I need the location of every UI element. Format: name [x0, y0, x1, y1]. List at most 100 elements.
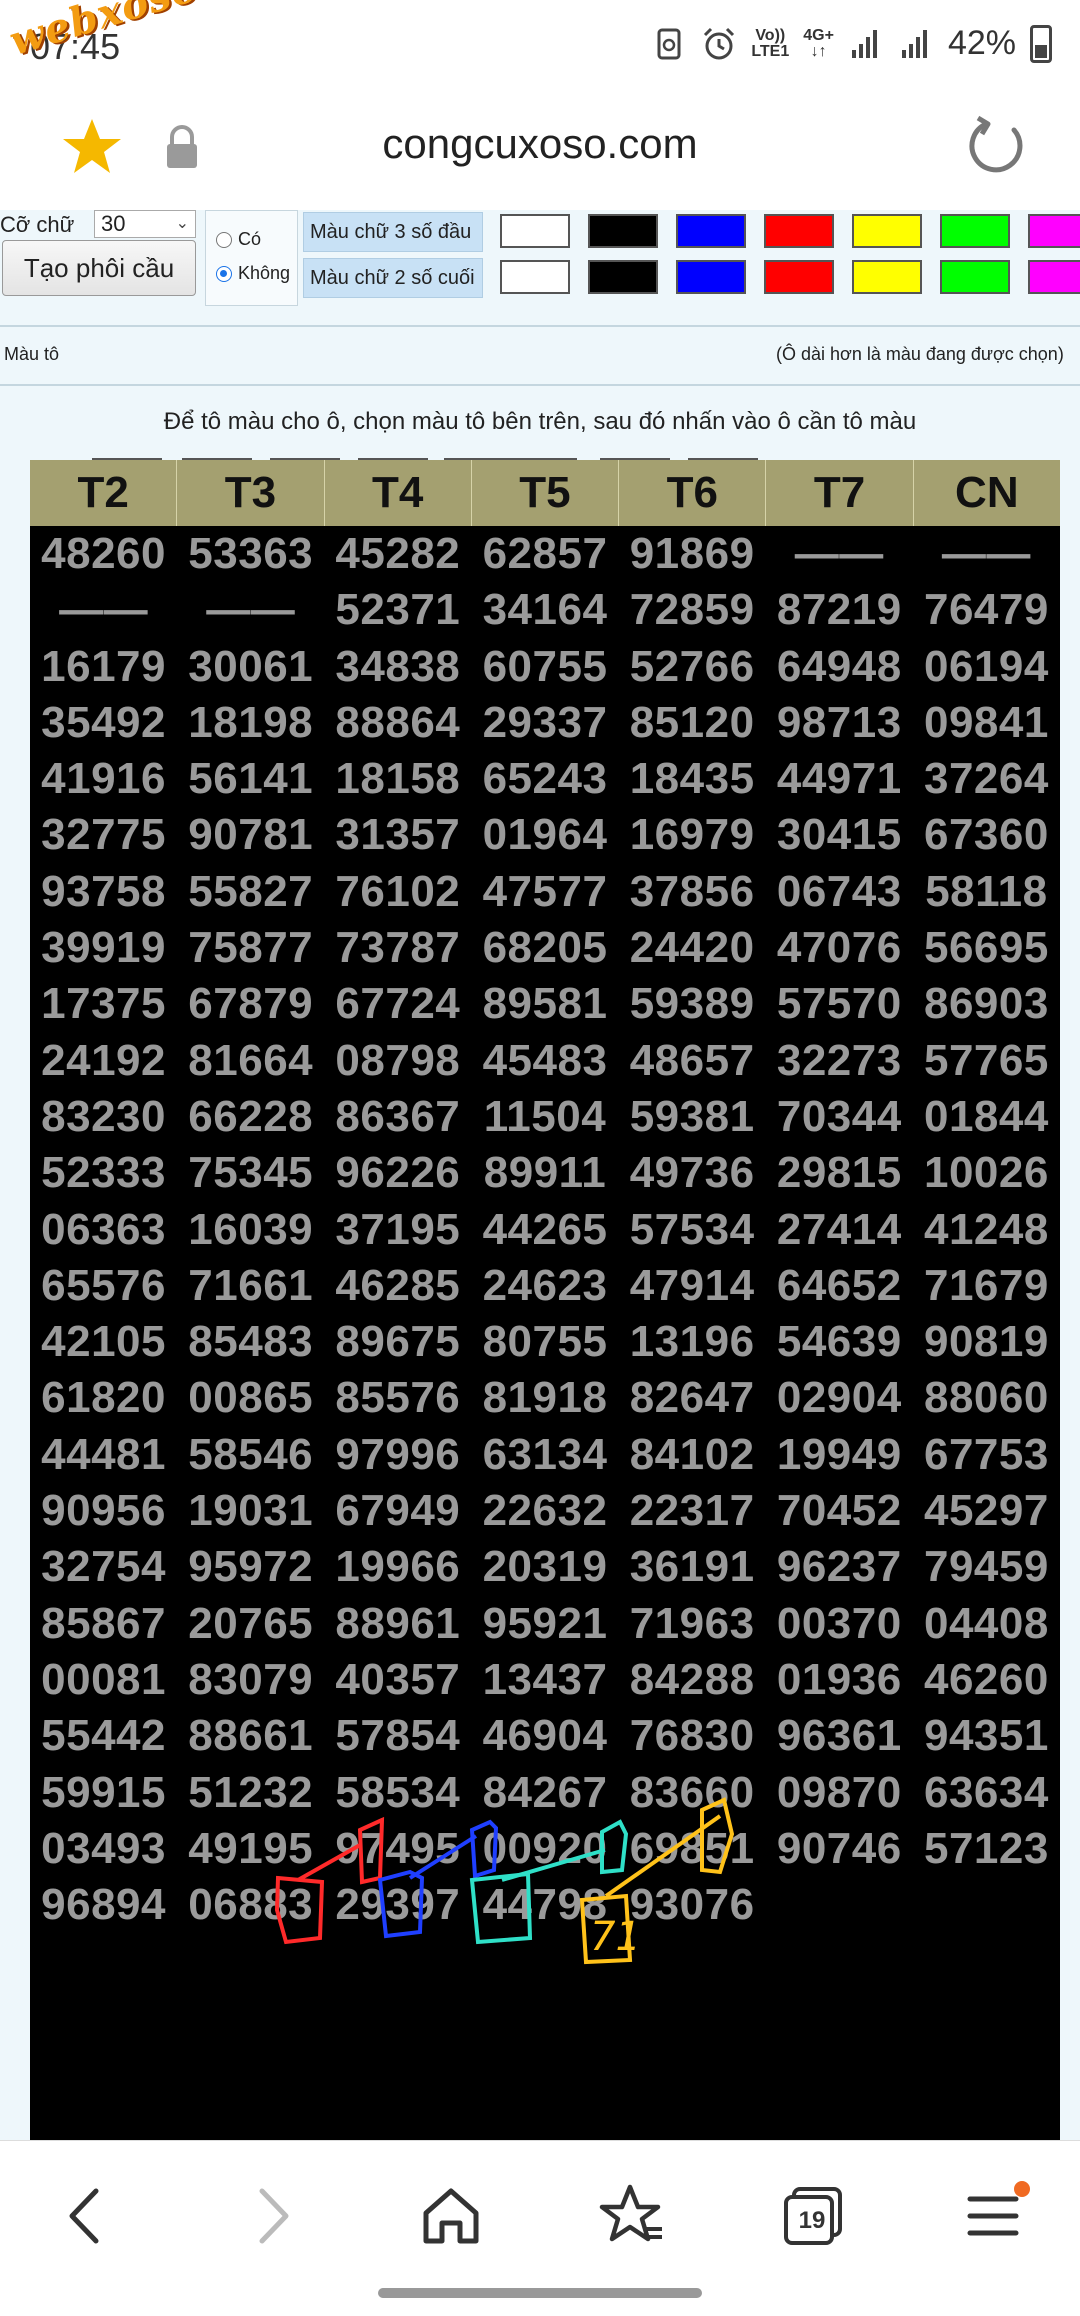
- grid-cell[interactable]: 41916: [30, 751, 177, 807]
- grid-cell[interactable]: 65243: [471, 751, 618, 807]
- grid-cell[interactable]: 45282: [324, 526, 471, 582]
- radio-khong-circle[interactable]: [216, 265, 232, 282]
- grid-cell[interactable]: 57534: [619, 1202, 766, 1258]
- grid-cell[interactable]: 48260: [30, 526, 177, 582]
- grid-cell[interactable]: 90781: [177, 807, 324, 863]
- grid-cell[interactable]: 83660: [619, 1765, 766, 1821]
- grid-cell[interactable]: 30415: [766, 807, 913, 863]
- grid-cell[interactable]: 84288: [619, 1652, 766, 1708]
- grid-cell[interactable]: 08798: [324, 1033, 471, 1089]
- grid-cell[interactable]: 49195: [177, 1821, 324, 1877]
- tao-phoi-cau-button[interactable]: Tạo phôi cầu: [2, 240, 196, 296]
- grid-cell[interactable]: 97495: [324, 1821, 471, 1877]
- home-icon[interactable]: [416, 2181, 486, 2251]
- bookmarks-icon[interactable]: [598, 2181, 668, 2251]
- grid-cell[interactable]: 68205: [471, 920, 618, 976]
- back-icon[interactable]: [52, 2181, 122, 2251]
- grid-cell[interactable]: 19966: [324, 1539, 471, 1595]
- grid-cell[interactable]: 85867: [30, 1596, 177, 1652]
- grid-cell[interactable]: ——: [913, 526, 1060, 582]
- grid-cell[interactable]: 44971: [766, 751, 913, 807]
- grid-cell[interactable]: 86367: [324, 1089, 471, 1145]
- bookmark-star-icon[interactable]: [60, 115, 124, 179]
- grid-cell[interactable]: 00370: [766, 1596, 913, 1652]
- mau-chu-3-swatch-0[interactable]: [500, 214, 570, 248]
- mau-chu-3-swatch-6[interactable]: [1028, 214, 1080, 248]
- grid-cell[interactable]: 32754: [30, 1539, 177, 1595]
- grid-cell[interactable]: 00081: [30, 1652, 177, 1708]
- mau-chu-3-swatch-3[interactable]: [764, 214, 834, 248]
- grid-cell[interactable]: 59915: [30, 1765, 177, 1821]
- grid-cell[interactable]: 63134: [471, 1427, 618, 1483]
- mau-chu-2-swatch-6[interactable]: [1028, 260, 1080, 294]
- grid-cell[interactable]: 17375: [30, 976, 177, 1032]
- grid-cell[interactable]: 20319: [471, 1539, 618, 1595]
- grid-cell[interactable]: 91869: [619, 526, 766, 582]
- grid-cell[interactable]: 32273: [766, 1033, 913, 1089]
- grid-cell[interactable]: 37195: [324, 1202, 471, 1258]
- grid-cell[interactable]: 45483: [471, 1033, 618, 1089]
- grid-cell[interactable]: 37264: [913, 751, 1060, 807]
- grid-cell[interactable]: 24623: [471, 1258, 618, 1314]
- grid-cell[interactable]: 13196: [619, 1314, 766, 1370]
- grid-cell[interactable]: 57854: [324, 1708, 471, 1764]
- grid-cell[interactable]: 94351: [913, 1708, 1060, 1764]
- grid-cell[interactable]: 95921: [471, 1596, 618, 1652]
- grid-cell[interactable]: 93758: [30, 864, 177, 920]
- mau-chu-2-swatch-0[interactable]: [500, 260, 570, 294]
- grid-cell[interactable]: 45297: [913, 1483, 1060, 1539]
- grid-cell[interactable]: 16039: [177, 1202, 324, 1258]
- grid-cell[interactable]: 88961: [324, 1596, 471, 1652]
- grid-cell[interactable]: 06743: [766, 864, 913, 920]
- grid-cell[interactable]: 01936: [766, 1652, 913, 1708]
- grid-cell[interactable]: 80755: [471, 1314, 618, 1370]
- grid-cell[interactable]: 90819: [913, 1314, 1060, 1370]
- menu-icon[interactable]: [960, 2181, 1030, 2251]
- grid-cell[interactable]: 70452: [766, 1483, 913, 1539]
- tabs-button[interactable]: 19: [778, 2181, 848, 2251]
- mau-chu-2-swatch-5[interactable]: [940, 260, 1010, 294]
- grid-cell[interactable]: 71679: [913, 1258, 1060, 1314]
- grid-cell[interactable]: 60755: [471, 639, 618, 695]
- grid-cell[interactable]: 46285: [324, 1258, 471, 1314]
- radio-co-circle[interactable]: [216, 231, 232, 248]
- grid-cell[interactable]: 48657: [619, 1033, 766, 1089]
- grid-cell[interactable]: 22632: [471, 1483, 618, 1539]
- mau-chu-3-swatch-1[interactable]: [588, 214, 658, 248]
- grid-cell[interactable]: 87219: [766, 582, 913, 638]
- grid-cell[interactable]: 09870: [766, 1765, 913, 1821]
- grid-cell[interactable]: 18435: [619, 751, 766, 807]
- grid-cell[interactable]: 27414: [766, 1202, 913, 1258]
- grid-cell[interactable]: ——: [177, 582, 324, 638]
- grid-cell[interactable]: 52333: [30, 1145, 177, 1201]
- grid-cell[interactable]: 00920: [471, 1821, 618, 1877]
- grid-cell[interactable]: 88661: [177, 1708, 324, 1764]
- grid-cell[interactable]: 44481: [30, 1427, 177, 1483]
- grid-cell[interactable]: 71661: [177, 1258, 324, 1314]
- grid-cell[interactable]: 04408: [913, 1596, 1060, 1652]
- forward-icon[interactable]: [236, 2181, 306, 2251]
- grid-cell[interactable]: 70344: [766, 1089, 913, 1145]
- grid-cell[interactable]: 24420: [619, 920, 766, 976]
- grid-cell[interactable]: 81664: [177, 1033, 324, 1089]
- grid-cell[interactable]: 09841: [913, 695, 1060, 751]
- grid-cell[interactable]: 42105: [30, 1314, 177, 1370]
- grid-cell[interactable]: 85120: [619, 695, 766, 751]
- grid-cell[interactable]: 84102: [619, 1427, 766, 1483]
- grid-cell[interactable]: 75877: [177, 920, 324, 976]
- grid-cell[interactable]: 40357: [324, 1652, 471, 1708]
- grid-cell[interactable]: 67949: [324, 1483, 471, 1539]
- grid-cell[interactable]: 83079: [177, 1652, 324, 1708]
- mau-chu-2-swatch-3[interactable]: [764, 260, 834, 294]
- grid-cell[interactable]: 89581: [471, 976, 618, 1032]
- mau-chu-2-swatch-4[interactable]: [852, 260, 922, 294]
- grid-cell[interactable]: 55442: [30, 1708, 177, 1764]
- grid-cell[interactable]: 39919: [30, 920, 177, 976]
- grid-cell[interactable]: 76830: [619, 1708, 766, 1764]
- grid-cell[interactable]: 20765: [177, 1596, 324, 1652]
- grid-cell[interactable]: 30061: [177, 639, 324, 695]
- grid-cell[interactable]: 95972: [177, 1539, 324, 1595]
- grid-cell[interactable]: 96226: [324, 1145, 471, 1201]
- grid-cell[interactable]: [766, 1877, 913, 1933]
- grid-cell[interactable]: 67724: [324, 976, 471, 1032]
